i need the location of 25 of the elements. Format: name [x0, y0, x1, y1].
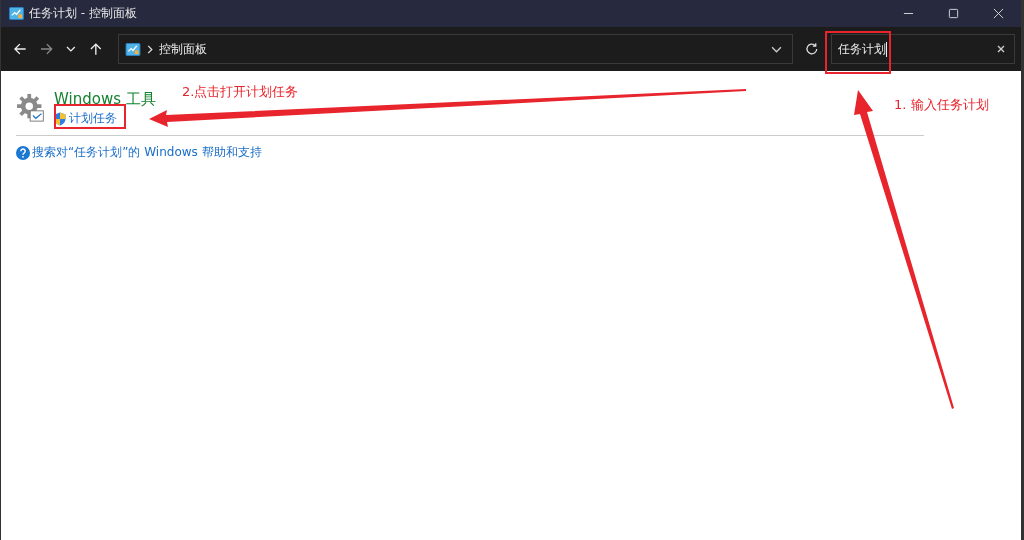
up-button[interactable]	[89, 42, 103, 56]
clear-icon[interactable]	[996, 44, 1006, 54]
control-panel-icon	[9, 7, 24, 20]
task-link[interactable]: 计划任务	[69, 110, 117, 127]
recent-locations-button[interactable]	[66, 46, 77, 52]
search-field[interactable]: 任务计划	[831, 34, 1015, 64]
help-link[interactable]: 搜索对“任务计划”的 Windows 帮助和支持	[32, 144, 262, 161]
address-path: 控制面板	[158, 40, 207, 58]
window-title: 任务计划 - 控制面板	[29, 5, 137, 22]
refresh-button[interactable]	[805, 42, 820, 56]
help-icon	[16, 145, 30, 160]
annotation-text: 1. 输入任务计划	[894, 96, 989, 114]
category-title[interactable]: Windows 工具	[54, 89, 156, 109]
annotation-text: 2.点击打开计划任务	[182, 83, 299, 101]
maximize-button[interactable]	[948, 8, 959, 19]
forward-button[interactable]	[39, 42, 54, 56]
dropdown-icon[interactable]	[771, 45, 783, 53]
address-bar[interactable]: 控制面板	[117, 34, 794, 64]
chevron-icon	[146, 44, 153, 54]
back-button[interactable]	[13, 42, 27, 56]
highlight-box	[825, 31, 891, 74]
close-button[interactable]	[993, 8, 1004, 19]
highlight-box	[54, 104, 126, 129]
shield-icon	[54, 111, 66, 126]
control-panel-icon	[124, 42, 141, 56]
